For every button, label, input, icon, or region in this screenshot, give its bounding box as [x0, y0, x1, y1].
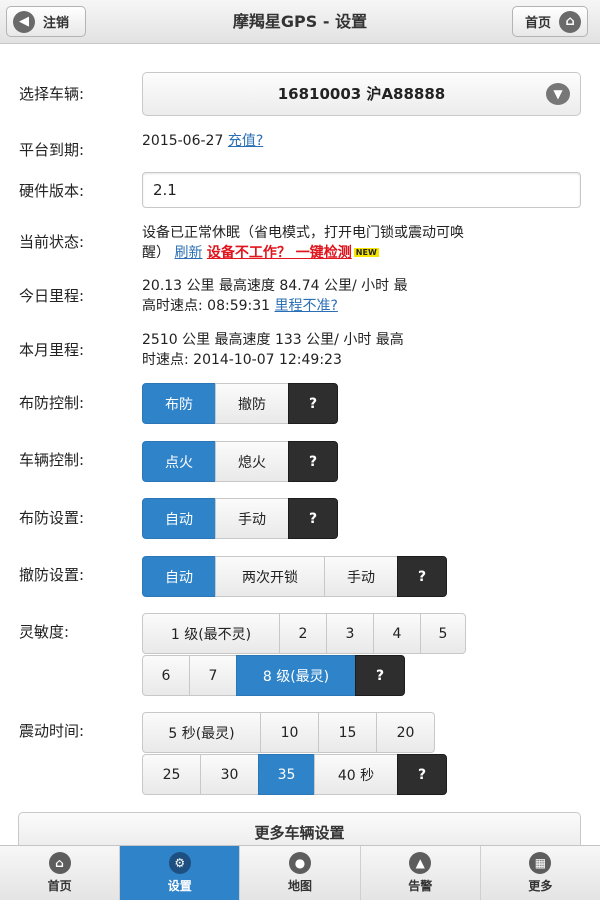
sensitivity-level-2-button[interactable]: 2 — [279, 613, 327, 654]
sensitivity-level-1-button[interactable]: 1 级(最不灵) — [142, 613, 280, 654]
mileage-inaccurate-link[interactable]: 里程不准? — [275, 298, 338, 314]
disarm-setting-label: 撤防设置: — [19, 566, 85, 584]
new-badge: NEW — [353, 248, 379, 257]
recharge-link[interactable]: 充值? — [228, 133, 263, 149]
arm-control-label: 布防控制: — [19, 394, 85, 412]
map-pin-icon: ● — [289, 852, 311, 874]
vibration-row-1: 5 秒(最灵) 10 15 20 — [142, 712, 435, 753]
today-line-2-text: 高时速点: 08:59:31 — [142, 298, 271, 314]
status-line-2: 醒） 刷新 设备不工作？ 一键检测 NEW — [142, 243, 582, 263]
home-label: 首页 — [524, 16, 551, 31]
hardware-version-field[interactable]: 2.1 — [142, 172, 581, 208]
vehicle-select[interactable]: 16810003 沪A88888 ▼ — [142, 72, 581, 116]
vehicle-select-value: 16810003 沪A88888 — [277, 85, 446, 103]
sensitivity-level-7-button[interactable]: 7 — [189, 655, 237, 696]
sensitivity-row-1: 1 级(最不灵) 2 3 4 5 — [142, 613, 466, 654]
tab-map-label: 地图 — [288, 879, 313, 893]
sensitivity-level-4-button[interactable]: 4 — [373, 613, 421, 654]
vehicle-control-label: 车辆控制: — [19, 451, 85, 469]
tab-home[interactable]: ⌂ 首页 — [0, 846, 119, 900]
tab-more-label: 更多 — [528, 879, 553, 893]
platform-expiry-value: 2015-06-27 充值? — [142, 131, 263, 151]
hardware-version-label: 硬件版本: — [19, 182, 85, 200]
gear-icon: ⚙ — [168, 852, 191, 874]
warning-icon: ▲ — [409, 852, 432, 874]
page-title: 摩羯星GPS - 设置 — [232, 12, 368, 31]
tab-settings[interactable]: ⚙ 设置 — [119, 846, 240, 900]
sensitivity-help-button[interactable]: ? — [355, 655, 405, 696]
ignition-off-button[interactable]: 熄火 — [215, 441, 289, 482]
sensitivity-level-8-button[interactable]: 8 级(最灵) — [236, 655, 356, 696]
arm-button[interactable]: 布防 — [142, 383, 216, 424]
chevron-down-icon: ▼ — [546, 83, 570, 105]
disarm-double-unlock-button[interactable]: 两次开锁 — [215, 556, 325, 597]
vibration-help-button[interactable]: ? — [397, 754, 447, 795]
home-icon: ⌂ — [559, 10, 581, 33]
device-check-link[interactable]: 设备不工作？ 一键检测 — [207, 245, 352, 261]
status-text: 设备已正常休眠（省电模式，打开电门锁或震动可唤 醒） 刷新 设备不工作？ 一键检… — [142, 223, 582, 263]
month-mileage-label: 本月里程: — [19, 341, 85, 359]
arm-manual-button[interactable]: 手动 — [215, 498, 289, 539]
disarm-auto-button[interactable]: 自动 — [142, 556, 216, 597]
home-icon: ⌂ — [48, 852, 71, 874]
bottom-tab-bar: ⌂ 首页 ⚙ 设置 ● 地图 ▲ 告警 ▦ 更多 — [0, 845, 600, 900]
vibration-35s-button[interactable]: 35 — [258, 754, 315, 795]
arm-auto-button[interactable]: 自动 — [142, 498, 216, 539]
vibration-row-2: 25 30 35 40 秒 ? — [142, 754, 447, 795]
status-label: 当前状态: — [19, 233, 85, 251]
vibration-30s-button[interactable]: 30 — [200, 754, 259, 795]
vibration-40s-button[interactable]: 40 秒 — [314, 754, 398, 795]
tab-alerts-label: 告警 — [408, 879, 433, 893]
ignition-on-button[interactable]: 点火 — [142, 441, 216, 482]
home-button[interactable]: 首页 ⌂ — [512, 6, 588, 37]
header-bar: ◀ 注销 摩羯星GPS - 设置 首页 ⌂ — [0, 0, 600, 44]
refresh-link[interactable]: 刷新 — [174, 245, 202, 261]
disarm-manual-button[interactable]: 手动 — [324, 556, 398, 597]
vibration-25s-button[interactable]: 25 — [142, 754, 201, 795]
expiry-date: 2015-06-27 — [142, 133, 224, 149]
status-line-2-text: 醒） — [142, 245, 170, 261]
arm-setting-help-button[interactable]: ? — [288, 498, 338, 539]
status-line-1: 设备已正常休眠（省电模式，打开电门锁或震动可唤 — [142, 225, 464, 241]
arm-control-help-button[interactable]: ? — [288, 383, 338, 424]
vibration-time-label: 震动时间: — [19, 722, 85, 740]
today-mileage-value: 20.13 公里 最高速度 84.74 公里/ 小时 最 高时速点: 08:59… — [142, 276, 582, 316]
sensitivity-level-6-button[interactable]: 6 — [142, 655, 190, 696]
vibration-5s-button[interactable]: 5 秒(最灵) — [142, 712, 261, 753]
arm-control-group: 布防 撤防 ? — [142, 383, 338, 424]
arm-setting-group: 自动 手动 ? — [142, 498, 338, 539]
tab-more[interactable]: ▦ 更多 — [479, 846, 600, 900]
month-mileage-value: 2510 公里 最高速度 133 公里/ 小时 最高 时速点: 2014-10-… — [142, 330, 582, 370]
tab-settings-label: 设置 — [167, 879, 192, 893]
platform-expiry-label: 平台到期: — [19, 141, 85, 159]
sensitivity-level-5-button[interactable]: 5 — [420, 613, 466, 654]
vehicle-control-group: 点火 熄火 ? — [142, 441, 338, 482]
vibration-20s-button[interactable]: 20 — [376, 712, 435, 753]
grid-icon: ▦ — [529, 852, 552, 874]
disarm-setting-group: 自动 两次开锁 手动 ? — [142, 556, 447, 597]
vehicle-control-help-button[interactable]: ? — [288, 441, 338, 482]
month-line-2: 时速点: 2014-10-07 12:49:23 — [142, 352, 342, 368]
month-line-1: 2510 公里 最高速度 133 公里/ 小时 最高 — [142, 332, 404, 348]
sensitivity-label: 灵敏度: — [19, 623, 70, 641]
disarm-button[interactable]: 撤防 — [215, 383, 289, 424]
sensitivity-level-3-button[interactable]: 3 — [326, 613, 374, 654]
sensitivity-row-2: 6 7 8 级(最灵) ? — [142, 655, 405, 696]
today-mileage-label: 今日里程: — [19, 287, 85, 305]
vehicle-label: 选择车辆: — [19, 85, 85, 103]
tab-home-label: 首页 — [47, 879, 72, 893]
tab-alerts[interactable]: ▲ 告警 — [359, 846, 480, 900]
tab-map[interactable]: ● 地图 — [239, 846, 359, 900]
arm-setting-label: 布防设置: — [19, 509, 85, 527]
vibration-15s-button[interactable]: 15 — [318, 712, 377, 753]
today-line-2: 高时速点: 08:59:31 里程不准? — [142, 296, 582, 316]
disarm-setting-help-button[interactable]: ? — [397, 556, 447, 597]
today-line-1: 20.13 公里 最高速度 84.74 公里/ 小时 最 — [142, 278, 408, 294]
vibration-10s-button[interactable]: 10 — [260, 712, 319, 753]
